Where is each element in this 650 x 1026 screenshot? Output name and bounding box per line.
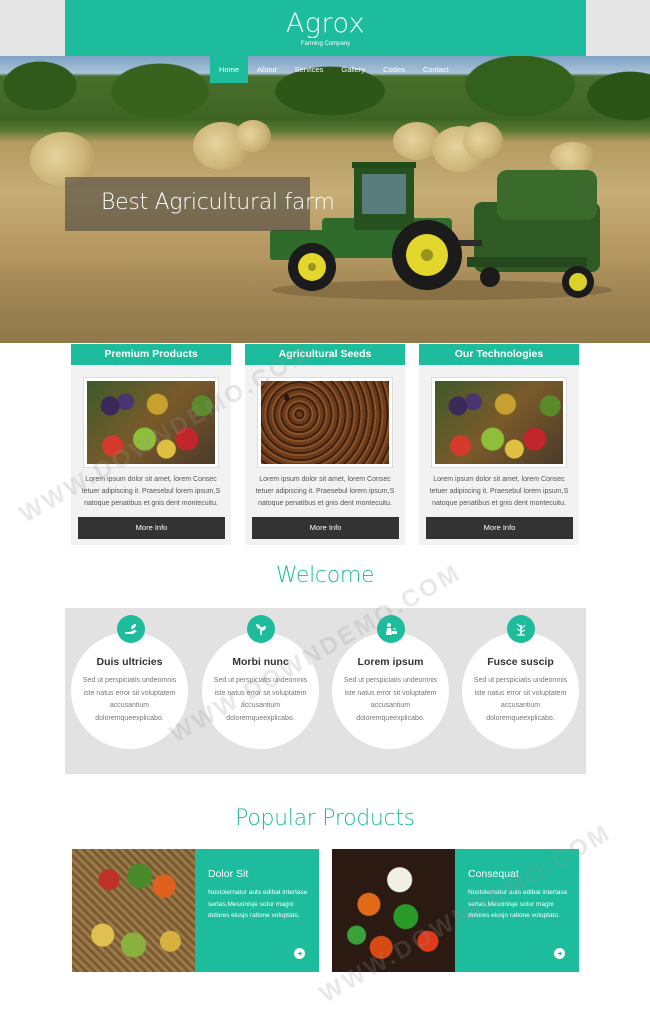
vegetables-image [332,849,455,972]
feature-card-title: Premium Products [71,344,231,365]
hay-bale [463,122,503,160]
hand-leaf-icon [117,615,145,643]
feature-card: Agricultural Seeds Lorem ipsum dolor sit… [245,344,405,545]
feature-card-text: Lorem ipsum dolor sit amet, lorem Consec… [255,476,395,507]
feature-card-text: Lorem ipsum dolor sit amet, lorem Consec… [429,476,569,507]
arrow-right-icon[interactable] [554,948,565,959]
welcome-item-text: Sed ut perspiciatis undeomnis iste natus… [473,677,568,722]
welcome-item-text: Sed ut perspiciatis undeomnis iste natus… [213,677,308,722]
coffee-seeds-image [258,378,392,467]
product-text: Nostolernatur auts edibat intertase sert… [468,889,568,919]
welcome-item: Morbi nunc Sed ut perspiciatis undeomnis… [202,632,319,749]
fruits-image [432,378,566,467]
tree-icon [507,615,535,643]
welcome-item-title: Duis ultricies [96,656,163,668]
site-title: Agrox [285,8,366,39]
more-info-button[interactable]: More Info [252,517,399,539]
feature-card-text: Lorem ipsum dolor sit amet, lorem Consec… [81,476,221,507]
feature-card: Premium Products Lorem ipsum dolor sit a… [71,344,231,545]
nav-services[interactable]: Services [286,56,333,83]
feature-card-title: Our Technologies [419,344,579,365]
product-card: Consequat Nostolernatur auts edibat inte… [455,849,579,972]
product-card: Dolor Sit Nostolernatur auts edibat inte… [195,849,319,972]
feature-card-title: Agricultural Seeds [245,344,405,365]
fruit-basket-image [72,849,195,972]
arrow-right-icon[interactable] [294,948,305,959]
welcome-item-text: Sed ut perspiciatis undeomnis iste natus… [82,677,177,722]
hero-caption: Best Agricultural farm [101,190,335,215]
welcome-item: Lorem ipsum Sed ut perspiciatis undeomni… [332,632,449,749]
product-title: Dolor Sit [208,868,249,880]
logo[interactable]: Agrox Farming Company [65,0,586,56]
nav-home[interactable]: Home [210,56,249,83]
welcome-item-title: Morbi nunc [232,656,289,668]
hay-bale [235,120,271,152]
product-title: Consequat [468,868,519,880]
product-text: Nostolernatur auts edibat intertase sert… [208,889,308,919]
nav-gallery[interactable]: Gallery [332,56,374,83]
more-info-button[interactable]: More Info [426,517,573,539]
welcome-item-title: Lorem ipsum [357,656,424,668]
farmer-icon [377,615,405,643]
welcome-item-title: Fusce suscip [487,656,554,668]
main-nav: Home About Services Gallery Codes Contac… [210,56,458,83]
sprout-icon [247,615,275,643]
feature-card: Our Technologies Lorem ipsum dolor sit a… [419,344,579,545]
products-heading: Popular Products [235,806,415,831]
welcome-heading: Welcome [275,563,375,588]
welcome-item: Fusce suscip Sed ut perspiciatis undeomn… [462,632,579,749]
site-subtitle: Farming Company [300,41,351,47]
fruits-image [84,378,218,467]
welcome-item-text: Sed ut perspiciatis undeomnis iste natus… [343,677,438,722]
hero-caption-box: Best Agricultural farm [65,177,335,231]
nav-contact[interactable]: Contact [414,56,458,83]
more-info-button[interactable]: More Info [78,517,225,539]
nav-codes[interactable]: Codes [374,56,414,83]
nav-about[interactable]: About [248,56,286,83]
tractor-image [270,162,612,300]
welcome-item: Duis ultricies Sed ut perspiciatis undeo… [71,632,188,749]
